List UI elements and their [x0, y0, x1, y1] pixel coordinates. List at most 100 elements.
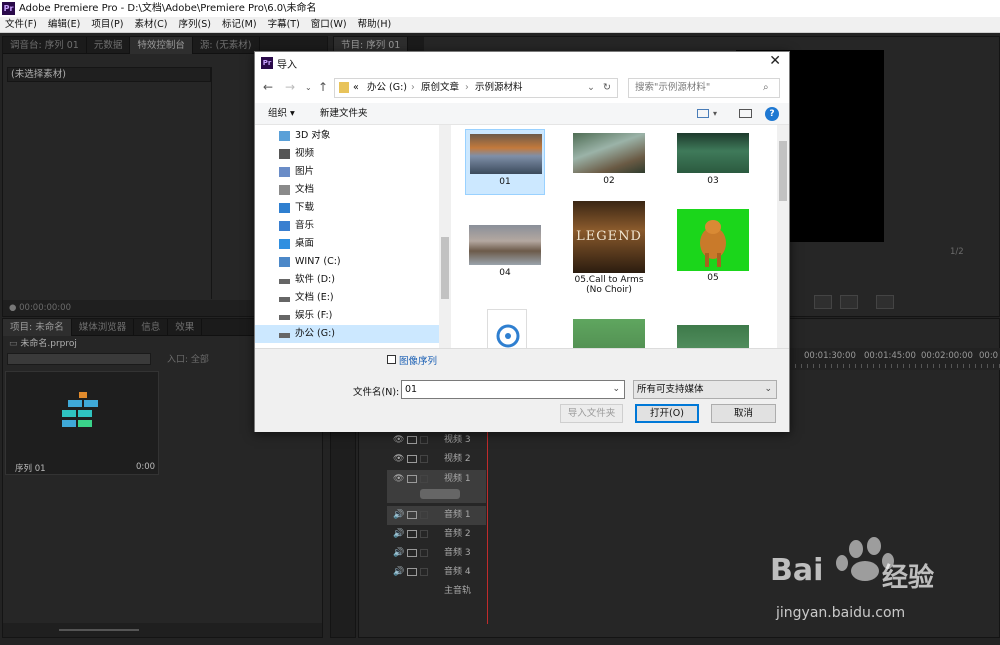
menu-help[interactable]: 帮助(H)	[353, 17, 398, 32]
open-button[interactable]: 打开(O)	[635, 404, 699, 423]
lock-icon[interactable]	[420, 511, 428, 519]
tab-effects[interactable]: 效果	[168, 319, 203, 336]
menu-file[interactable]: 文件(F)	[0, 17, 43, 32]
chevron-down-icon[interactable]: ⌄	[612, 381, 620, 398]
view-options-icon[interactable]	[697, 109, 709, 118]
tab-effect-controls[interactable]: 特效控制台	[130, 37, 193, 54]
nav-item-3d-objects[interactable]: 3D 对象	[255, 127, 439, 145]
sync-icon[interactable]	[407, 549, 417, 557]
nav-item-drive-g[interactable]: 办公 (G:)	[255, 325, 439, 343]
nav-item-downloads[interactable]: 下载	[255, 199, 439, 217]
lock-icon[interactable]	[420, 549, 428, 557]
refresh-icon[interactable]: ↻	[603, 79, 611, 97]
breadcrumb-original-articles[interactable]: 原创文章	[421, 79, 459, 97]
search-input[interactable]: 搜索"示例源材料"	[628, 78, 780, 98]
overwrite-icon[interactable]	[814, 295, 832, 309]
file-tile-green-1[interactable]	[569, 315, 649, 348]
file-tile-05[interactable]: 05	[673, 205, 753, 283]
up-arrow-icon[interactable]: ↑	[318, 80, 328, 94]
eye-icon[interactable]: 👁	[393, 470, 404, 489]
track-audio-2[interactable]: 🔊 音频 2	[387, 525, 486, 544]
tab-source[interactable]: 源: (无素材)	[193, 37, 260, 54]
zoom-slider[interactable]	[59, 629, 139, 631]
lift-icon[interactable]	[840, 295, 858, 309]
menu-project[interactable]: 项目(P)	[86, 17, 129, 32]
nav-item-music[interactable]: 音乐	[255, 217, 439, 235]
nav-scrollbar[interactable]	[439, 125, 451, 348]
dropdown-chevron-icon[interactable]: ⌄	[587, 79, 595, 97]
export-frame-icon[interactable]	[876, 295, 894, 309]
sync-icon[interactable]	[407, 568, 417, 576]
file-tile-05-call-to-arms[interactable]: LEGEND 05.Call to Arms (No Choir)	[569, 201, 649, 301]
filetype-select[interactable]: 所有可支持媒体 ⌄	[633, 380, 777, 399]
tab-media-browser[interactable]: 媒体浏览器	[72, 319, 135, 336]
forward-arrow-icon[interactable]: →	[285, 80, 295, 94]
track-master[interactable]: 主音轨	[387, 582, 486, 601]
camera-icon[interactable]	[407, 455, 417, 463]
tab-project[interactable]: 项目: 未命名	[3, 319, 72, 336]
tab-audio-mixer[interactable]: 调音台: 序列 01	[3, 37, 87, 54]
view-dropdown-icon[interactable]: ▾	[713, 103, 717, 125]
menu-title[interactable]: 字幕(T)	[263, 17, 306, 32]
lock-icon[interactable]	[420, 455, 428, 463]
nav-item-videos[interactable]: 视频	[255, 145, 439, 163]
sync-icon[interactable]	[407, 511, 417, 519]
inpoint-filter[interactable]: 入口: 全部	[167, 352, 209, 365]
organize-button[interactable]: 组织 ▾	[268, 103, 295, 125]
zoom-level[interactable]: 1/2	[950, 247, 964, 257]
timeline-ruler[interactable]: 00:01:30:00 00:01:45:00 00:02:00:00 00:0	[789, 348, 1000, 370]
nav-item-pictures[interactable]: 图片	[255, 163, 439, 181]
close-icon[interactable]: ✕	[769, 53, 781, 69]
lock-icon[interactable]	[420, 475, 428, 483]
menu-edit[interactable]: 编辑(E)	[43, 17, 86, 32]
help-icon[interactable]: ?	[765, 107, 779, 121]
menu-window[interactable]: 窗口(W)	[306, 17, 353, 32]
speaker-icon[interactable]: 🔊	[393, 544, 404, 563]
track-video-1[interactable]: 👁 视频 1	[387, 470, 486, 503]
file-tile-02[interactable]: 02	[569, 129, 649, 195]
file-tile-03[interactable]: 03	[673, 129, 753, 195]
address-bar[interactable]: « 办公 (G:) › 原创文章 › 示例源材料 ⌄ ↻	[334, 78, 618, 98]
menu-clip[interactable]: 素材(C)	[129, 17, 173, 32]
nav-item-drive-d[interactable]: 软件 (D:)	[255, 271, 439, 289]
nav-item-drive-c[interactable]: WIN7 (C:)	[255, 253, 439, 271]
filename-input[interactable]: 01 ⌄	[401, 380, 625, 399]
recent-locations-chevron-icon[interactable]: ⌄	[305, 83, 312, 92]
menu-marker[interactable]: 标记(M)	[217, 17, 263, 32]
new-folder-button[interactable]: 新建文件夹	[320, 103, 368, 125]
track-audio-1[interactable]: 🔊 音频 1	[387, 506, 486, 525]
lock-icon[interactable]	[420, 436, 428, 444]
track-video-3[interactable]: 👁 视频 3	[387, 431, 486, 450]
lock-icon[interactable]	[420, 530, 428, 538]
sync-icon[interactable]	[407, 530, 417, 538]
sequence-thumbnail[interactable]: 序列 01 0:00	[5, 371, 159, 475]
nav-item-drive-f[interactable]: 娱乐 (F:)	[255, 307, 439, 325]
speaker-icon[interactable]: 🔊	[393, 506, 404, 525]
camera-icon[interactable]	[407, 475, 417, 483]
file-tile-01[interactable]: 01	[465, 129, 545, 195]
nav-item-desktop[interactable]: 桌面	[255, 235, 439, 253]
file-tile-04[interactable]: 04	[465, 221, 545, 287]
chevron-down-icon[interactable]: ⌄	[764, 381, 772, 398]
menu-sequence[interactable]: 序列(S)	[174, 17, 217, 32]
file-tile-media[interactable]	[465, 305, 545, 348]
back-arrow-icon[interactable]: ←	[263, 80, 273, 94]
file-tile-green-2[interactable]	[673, 321, 753, 348]
import-folder-button[interactable]: 导入文件夹	[560, 404, 623, 423]
file-scrollbar[interactable]	[777, 125, 789, 348]
speaker-icon[interactable]: 🔊	[393, 525, 404, 544]
cancel-button[interactable]: 取消	[711, 404, 776, 423]
camera-icon[interactable]	[407, 436, 417, 444]
track-video-2[interactable]: 👁 视频 2	[387, 450, 486, 469]
breadcrumb-sample-materials[interactable]: 示例源材料	[475, 79, 523, 97]
speaker-icon[interactable]: 🔊	[393, 563, 404, 582]
tab-info[interactable]: 信息	[134, 319, 169, 336]
nav-item-drive-e[interactable]: 文档 (E:)	[255, 289, 439, 307]
playhead[interactable]	[487, 432, 488, 624]
tab-metadata[interactable]: 元数据	[87, 37, 131, 54]
track-audio-3[interactable]: 🔊 音频 3	[387, 544, 486, 563]
project-search-input[interactable]	[7, 353, 151, 365]
breadcrumb-drive-g[interactable]: 办公 (G:)	[367, 79, 407, 97]
image-sequence-checkbox[interactable]	[387, 355, 396, 364]
track-audio-4[interactable]: 🔊 音频 4	[387, 563, 486, 582]
